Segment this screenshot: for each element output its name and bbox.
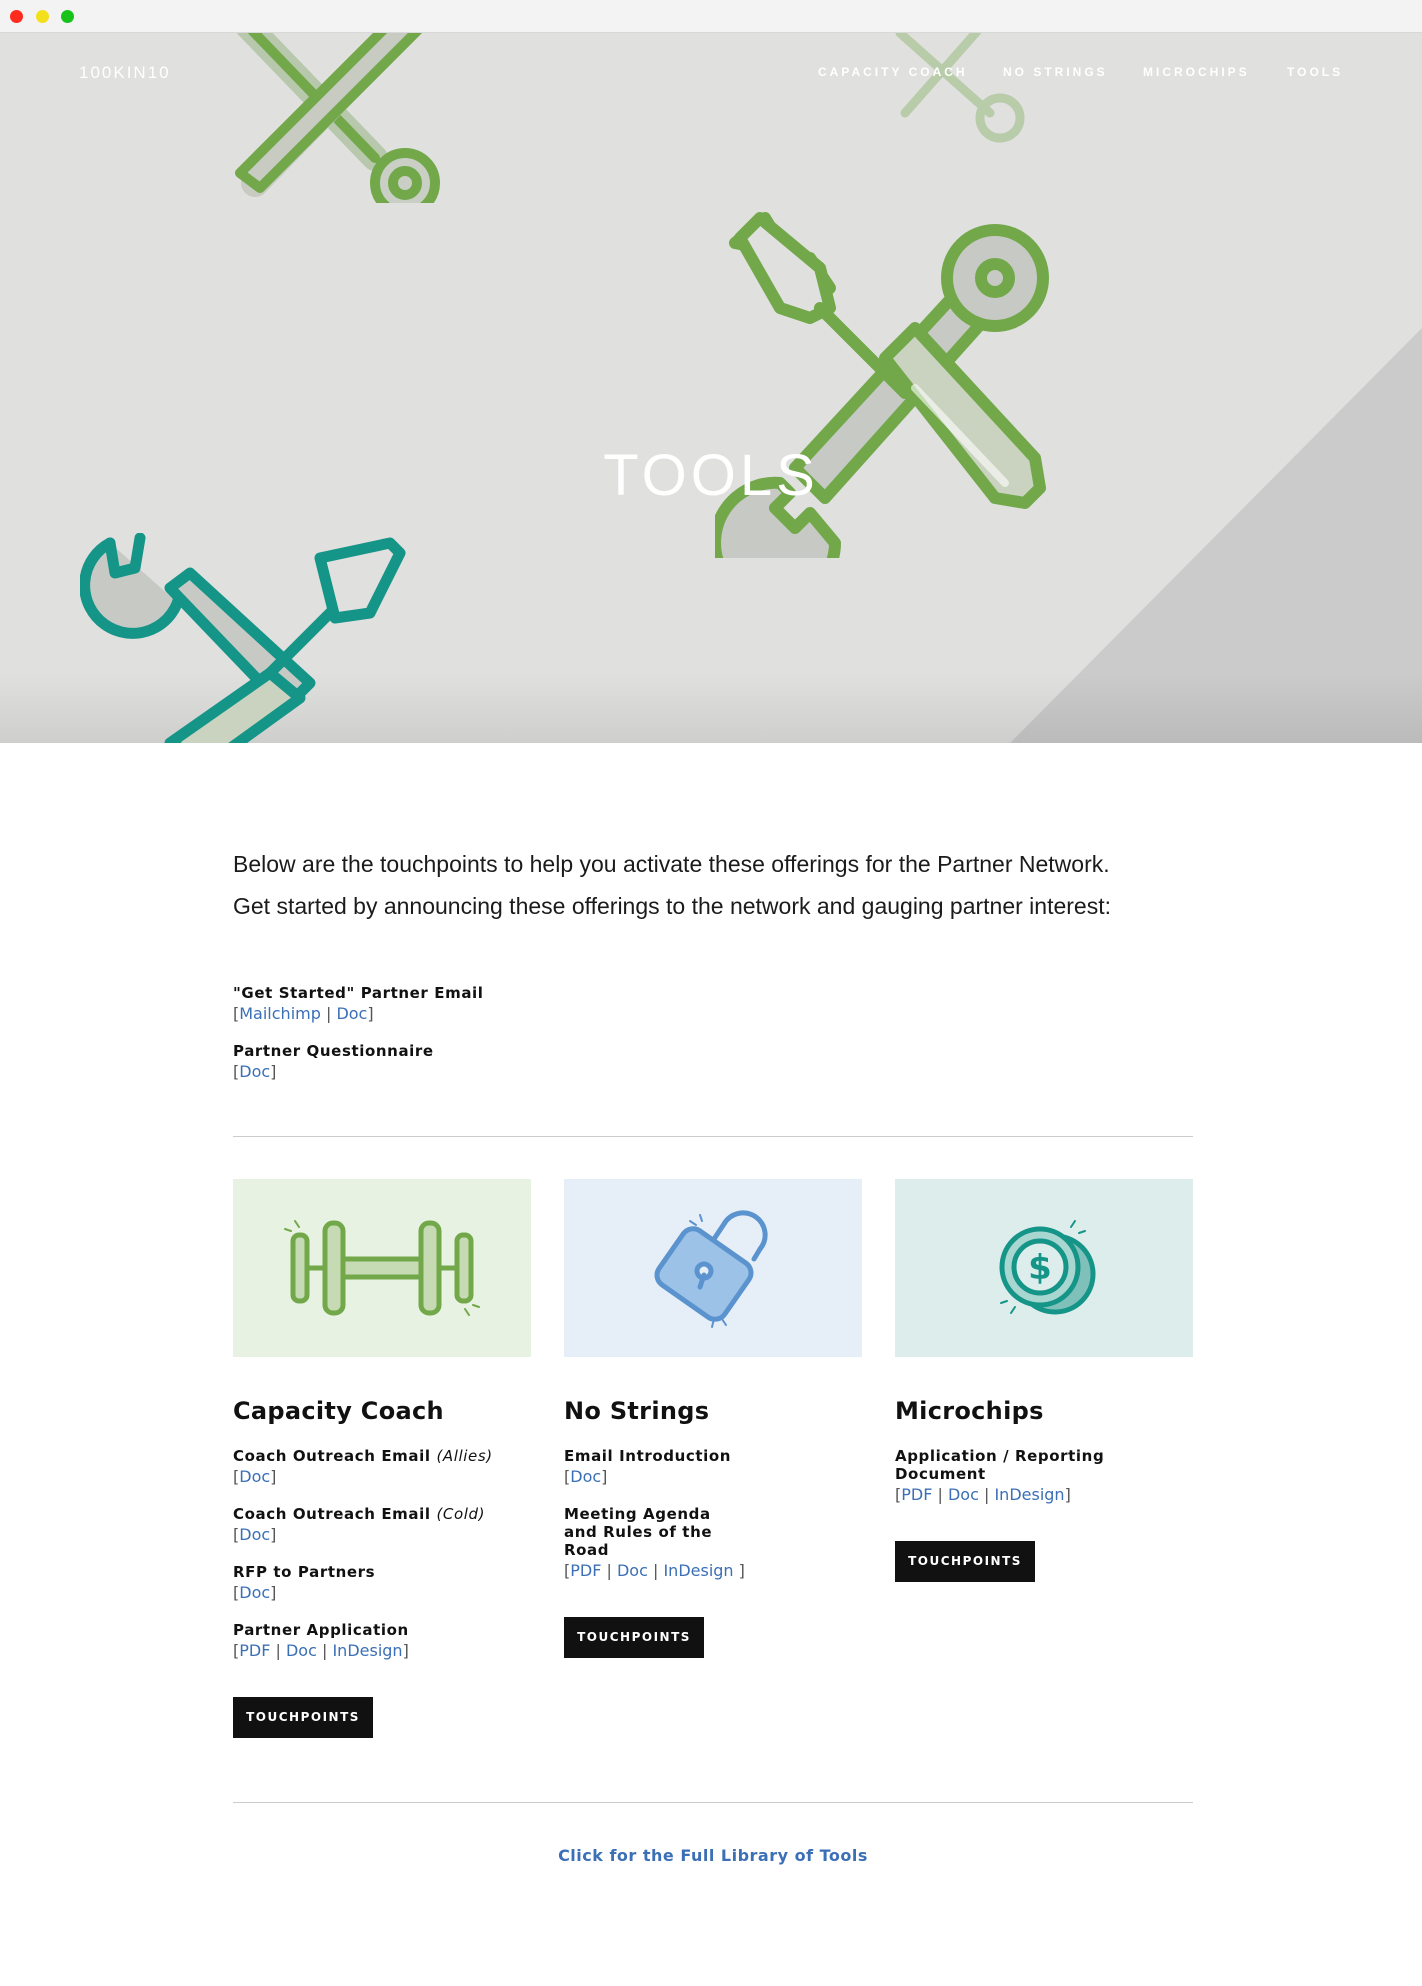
nav-item-tools[interactable]: TOOLS [1287, 65, 1343, 79]
pdf-link[interactable]: PDF [239, 1641, 270, 1660]
item-title: RFP to Partners [233, 1563, 376, 1581]
nav-item-microchips[interactable]: MICROCHIPS [1143, 65, 1250, 79]
list-item: Coach Outreach Email (Allies) [Doc] [233, 1447, 531, 1489]
window-minimize-button[interactable] [36, 10, 49, 23]
doc-link[interactable]: Doc [336, 1004, 367, 1023]
card-title: Capacity Coach [233, 1397, 444, 1425]
doc-link[interactable]: Doc [948, 1485, 979, 1504]
card-touchpoints: Application / Reporting Document [PDF | … [895, 1447, 1193, 1507]
item-title: Coach Outreach Email (Allies) [233, 1447, 531, 1465]
item-links: [Doc] [233, 1467, 277, 1486]
pdf-link[interactable]: PDF [901, 1485, 932, 1504]
full-library-link[interactable]: Click for the Full Library of Tools [233, 1846, 1193, 1865]
item-title: "Get Started" Partner Email [233, 984, 484, 1002]
hero-banner: 100KIN10 CAPACITY COACH NO STRINGS MICRO… [0, 33, 1422, 743]
microchips-card: $ Microchips Application / Reporting Doc… [895, 1179, 1193, 1582]
item-title: Coach Outreach Email (Cold) [233, 1505, 531, 1523]
wrench-screwdriver-icon [80, 533, 406, 743]
card-title: No Strings [564, 1397, 710, 1425]
capacity-coach-image [233, 1179, 531, 1357]
indesign-link[interactable]: InDesign [994, 1485, 1064, 1504]
coins-icon: $ [999, 1220, 1096, 1315]
unlocked-padlock-icon [654, 1210, 768, 1328]
item-note: (Allies) [436, 1447, 493, 1465]
item-links: [Doc] [233, 1062, 277, 1081]
dumbbell-icon [284, 1220, 480, 1316]
item-links: [Mailchimp | Doc] [233, 1004, 374, 1023]
item-title: Application / Reporting Document [895, 1447, 1105, 1483]
item-links: [Doc] [564, 1467, 608, 1486]
window-close-button[interactable] [10, 10, 23, 23]
card-title: Microchips [895, 1397, 1044, 1425]
page-title: TOOLS [603, 442, 819, 508]
doc-link[interactable]: Doc [286, 1641, 317, 1660]
item-links: [PDF | Doc | InDesign] [895, 1485, 1071, 1504]
list-item: Email Introduction [Doc] [564, 1447, 862, 1489]
item-title: Partner Application [233, 1621, 409, 1639]
no-strings-card: No Strings Email Introduction [Doc] Meet… [564, 1179, 862, 1658]
item-note: (Cold) [436, 1505, 486, 1523]
pdf-link[interactable]: PDF [570, 1561, 601, 1580]
item-links: [Doc] [233, 1525, 277, 1544]
list-item: RFP to Partners [Doc] [233, 1563, 531, 1605]
window-title-bar [0, 0, 1422, 33]
doc-link[interactable]: Doc [617, 1561, 648, 1580]
touchpoints-button[interactable]: TOUCHPOINTS [895, 1541, 1035, 1582]
card-touchpoints: Coach Outreach Email (Allies) [Doc] Coac… [233, 1447, 531, 1663]
brand-logo[interactable]: 100KIN10 [79, 63, 171, 83]
indesign-link[interactable]: InDesign [663, 1561, 733, 1580]
item-title: Email Introduction [564, 1447, 732, 1465]
intro-text: Below are the touchpoints to help you ac… [233, 851, 1111, 919]
item-title-text: Coach Outreach Email [233, 1505, 431, 1523]
no-strings-image [564, 1179, 862, 1357]
mailchimp-link[interactable]: Mailchimp [239, 1004, 321, 1023]
item-title: Partner Questionnaire [233, 1042, 434, 1060]
list-item: "Get Started" Partner Email [Mailchimp |… [233, 984, 484, 1026]
card-touchpoints: Email Introduction [Doc] Meeting Agenda … [564, 1447, 862, 1583]
list-item: Meeting Agenda and Rules of the Road [PD… [564, 1505, 862, 1583]
doc-link[interactable]: Doc [239, 1062, 270, 1081]
wrench-screwdriver-icon [235, 33, 440, 203]
item-title-text: Coach Outreach Email [233, 1447, 431, 1465]
window-maximize-button[interactable] [61, 10, 74, 23]
svg-text:$: $ [1028, 1248, 1052, 1288]
item-links: [Doc] [233, 1583, 277, 1602]
list-item: Coach Outreach Email (Cold) [Doc] [233, 1505, 531, 1547]
doc-link[interactable]: Doc [239, 1467, 270, 1486]
doc-link[interactable]: Doc [570, 1467, 601, 1486]
doc-link[interactable]: Doc [239, 1525, 270, 1544]
microchips-image: $ [895, 1179, 1193, 1357]
nav-item-no-strings[interactable]: NO STRINGS [1003, 65, 1108, 79]
doc-link[interactable]: Doc [239, 1583, 270, 1602]
nav-item-capacity-coach[interactable]: CAPACITY COACH [818, 65, 968, 79]
divider [233, 1802, 1193, 1803]
touchpoints-button[interactable]: TOUCHPOINTS [233, 1697, 373, 1738]
item-links: [PDF | Doc | InDesign] [233, 1641, 409, 1660]
capacity-coach-card: Capacity Coach Coach Outreach Email (All… [233, 1179, 531, 1738]
divider [233, 1136, 1193, 1137]
wrench-screwdriver-icon [895, 33, 1025, 143]
item-title: Meeting Agenda and Rules of the Road [564, 1505, 713, 1559]
indesign-link[interactable]: InDesign [332, 1641, 402, 1660]
list-item: Partner Questionnaire [Doc] [233, 1042, 484, 1084]
item-links: [PDF | Doc | InDesign ] [564, 1561, 745, 1580]
list-item: Partner Application [PDF | Doc | InDesig… [233, 1621, 531, 1663]
intro-touchpoints: "Get Started" Partner Email [Mailchimp |… [233, 984, 484, 1100]
list-item: Application / Reporting Document [PDF | … [895, 1447, 1193, 1507]
touchpoints-button[interactable]: TOUCHPOINTS [564, 1617, 704, 1658]
